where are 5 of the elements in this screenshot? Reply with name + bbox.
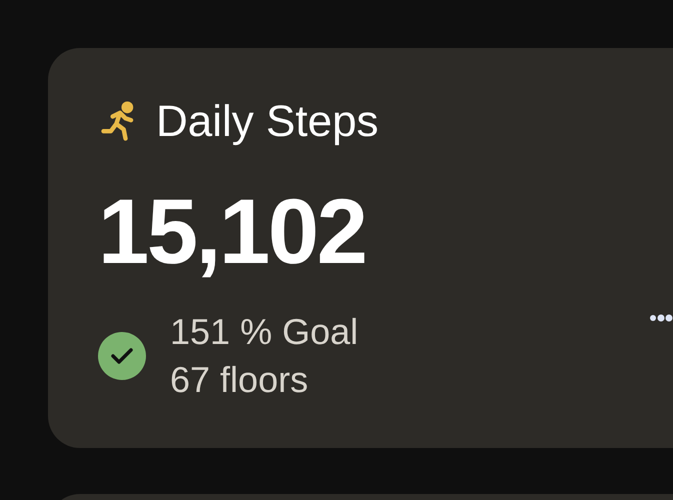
dots-icon [650, 313, 673, 323]
card-title: Daily Steps [156, 100, 379, 144]
detail-text: 67 floors [170, 358, 310, 402]
step-count: 15,102 [98, 186, 367, 278]
detail-text: 151 % Goal [170, 310, 358, 354]
